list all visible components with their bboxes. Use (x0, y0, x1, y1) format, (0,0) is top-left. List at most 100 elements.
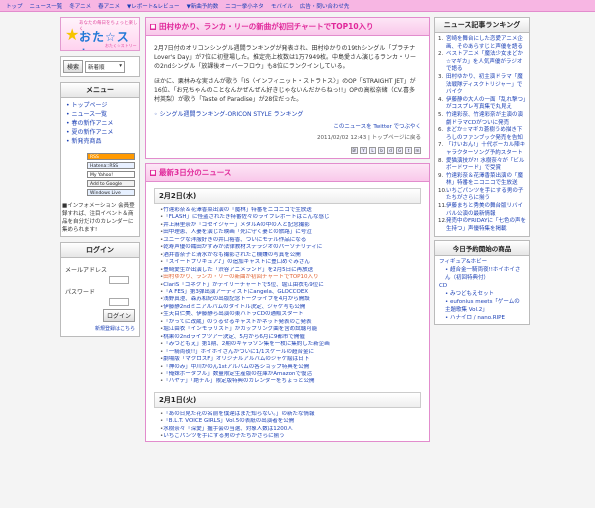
news-item[interactable]: 「ハヤテ」「絶チル」限定版特典のカレンダーをちょっと公開 (160, 378, 421, 385)
rank-item[interactable]: 2. ベストアニメ「魔法少女まどか☆マギカ」を人気声優がラジオで語る (438, 51, 526, 74)
article-icon: ■ (150, 23, 156, 30)
news-item-current[interactable]: 田村ゆかり、ランカ・リーの新曲が初回チャートでTOP10入り (160, 274, 421, 281)
yahoo-badge[interactable]: My Yahoo! (87, 171, 135, 178)
news-list-day1: 竹達彩奈＆花澤香菜出演の「魔林」特番をニコニコで生放送 「FLASH」に怪盗され… (146, 207, 429, 386)
news-title-bar: ■ 最新3日分のニュース (146, 164, 429, 182)
shop-item[interactable]: • ハナイロ / nano.RIPE (439, 314, 525, 322)
nav-winter-anime[interactable]: 冬アニメ (69, 2, 91, 10)
news-item[interactable]: ClariS「コネクト」がデイリーチャートで5位、堀江由衣も9位に (160, 282, 421, 289)
shop-item[interactable]: • みつどもえセット (439, 290, 525, 298)
email-field[interactable] (109, 276, 129, 284)
nav-mobile[interactable]: モバイル (271, 2, 293, 10)
buzzurl-icon[interactable]: b (378, 147, 385, 154)
rank-item[interactable]: 12. 発売中のFRIDAYに「七色の声を生持つ」声優特集を掲載 (438, 218, 526, 233)
shop-item[interactable]: • 超合金一騎両夜!!ホイホイさん（初回特典付） (439, 266, 525, 282)
nav-news-list[interactable]: ニュース一覧 (30, 2, 63, 10)
rank-item[interactable]: 5. 竹達彩奈、竹達彩奈が主演の演劇ドラマCDがついに発売 (438, 112, 526, 127)
news-item[interactable]: 水樹奈々「深愛」握手会の当選、対象人数は1200人 (160, 426, 421, 433)
rank-item[interactable]: 4. 伊藤静の大人の一面「乱れ撃つ」がコスプレ写真集で丸見え (438, 97, 526, 112)
news-item[interactable]: 田中理恵、人妻を演じた映画「死に守く妻との旅路」に号泣 (160, 229, 421, 236)
google-badge[interactable]: Add to Google (87, 180, 135, 187)
site-logo[interactable]: ★ あなたの毎日をちょっと楽しく おた☆スト おたく☆ストリート (60, 17, 140, 51)
article-meta: 2011/02/02 12:43 | トップページに戻る (316, 135, 421, 141)
news-item[interactable]: 「俺妹ポータブル」数量限定生産版の在庫がAmazonで復活 (160, 371, 421, 378)
rss-badge[interactable]: RSS (87, 153, 135, 160)
feed-badges: RSS Hatena::RSS My Yahoo! Add to Google … (61, 149, 139, 200)
day-heading-1: 2月2日(水) (154, 188, 421, 204)
rank-item[interactable]: 11. 伊藤まちと秀美の舞台版リバイバル公演の最新情報 (438, 203, 526, 218)
rank-item[interactable]: 1. 宮崎を舞台にした恋愛アニメ企画、そのあらすじと声優を語る (438, 36, 526, 51)
shop-box: 今日予約開始の商品 フィギュア&ホビー • 超合金一騎両夜!!ホイホイさん（初回… (434, 240, 530, 326)
news-item[interactable]: 生天目仁美、伊藤静ら出演の東ハトラCDの通販スタート (160, 311, 421, 318)
livedoor-icon[interactable]: L (369, 147, 376, 154)
rank-item[interactable]: 10. いちごパンツを手にする男の子たちがさらに揃う (438, 188, 526, 203)
shop-item[interactable]: • eufonius meets「ゲームの主題歌集 Vol.2」 (439, 298, 525, 314)
article-title[interactable]: 田村ゆかり、ランカ・リーの新曲が初回チャートでTOP10入り (159, 21, 374, 32)
menu-item-summer[interactable]: • 夏の新作アニメ (66, 128, 134, 137)
news-item[interactable]: 「スイートプリキュア♪」の追加キャストに豊口めぐみさん (160, 259, 421, 266)
info-text: ■インフォメーション 会員登録すれば、注目イベント＆商品を自分だけのカレンダーに… (62, 203, 135, 233)
menu-item-spring[interactable]: • 春の新作アニメ (66, 119, 134, 128)
menu-item-top[interactable]: • トップページ (66, 101, 134, 110)
shop-category-cd[interactable]: CD (439, 282, 525, 290)
nav-contact[interactable]: 広告・問い合わせ先 (300, 2, 350, 10)
news-item[interactable]: 「かってに改蔵」のうるせるキャストがネット発表のご発表 (160, 319, 421, 326)
password-label: パスワード (65, 289, 96, 296)
nav-new-song[interactable]: ▼新曲予約数 (187, 2, 219, 10)
news-item[interactable]: 「みつどもえ」第1期、2期のキャラソン集を一枚に集約した新企画 (160, 341, 421, 348)
news-item[interactable]: 「B.L.T. VOICE GIRLS」Vol.5の表紙の出演者を公開 (160, 418, 421, 425)
news-item[interactable]: 豊崎愛生が出演した「渋谷アニメランド」を2月5日に再放送 (160, 267, 421, 274)
article-paragraph-1: 2月7日付のオリコンシングル週間ランキングが発表され、田村ゆかりの19thシング… (154, 45, 417, 70)
ranking-title: ニュース記事ランキング (435, 18, 529, 33)
rank-item[interactable]: 8. 愛猫演技が?! 水樹奈々が「ビルボードワード」で受賞 (438, 158, 526, 173)
news-item[interactable]: 「神のみ」中川かのん1stアルバムの各ショップ特典を公開 (160, 364, 421, 371)
menu-item-products[interactable]: • 新発売商品 (66, 137, 134, 146)
password-field[interactable] (109, 298, 129, 306)
news-item[interactable]: 「A FES」第3弾出演アーティストにangela、GLOCCOEX (160, 289, 421, 296)
news-item[interactable]: 堀江由衣「インモラリスト」がカップリング曲を含め試聴可能 (160, 326, 421, 333)
yahoo-icon[interactable]: Y (360, 147, 367, 154)
rank-item[interactable]: 6. まどか☆マギカ蒼樹うめ描き下ろしのファンブック発売を告知 (438, 127, 526, 142)
windows-live-badge[interactable]: Windows Live (87, 189, 135, 196)
menu-title: メニュー (61, 83, 139, 98)
news-icon: ■ (150, 169, 156, 176)
twitter-share-link[interactable]: このニュースを Twitter でつぶやく (154, 123, 421, 132)
mixi-icon[interactable]: m (414, 147, 421, 154)
nav-nico[interactable]: ニコ一挙小ネタ (225, 2, 264, 10)
search-box: 検索 新着順 ▾ (60, 56, 140, 77)
rank-item[interactable]: 9. 竹達彩奈＆花澤香菜出演の「魔林」特番をニコニコで生放送 (438, 173, 526, 188)
news-item[interactable]: 劇場版「マクロスF」オリジナルアルバムのジャケ絵は日下 (160, 356, 421, 363)
rank-item[interactable]: 3. 田村ゆかり、初主演ドラマ「魔法戦隊ディスクトリジャー」でバイク (438, 74, 526, 97)
nav-spring-anime[interactable]: 春アニメ (98, 2, 120, 10)
google-icon[interactable]: G (396, 147, 403, 154)
news-item[interactable]: 伊藤静2ndミニアルバムのタイトル決定、ジャケ写も公開 (160, 304, 421, 311)
register-link[interactable]: 新規登録はこちら (65, 325, 135, 332)
sort-select[interactable]: 新着順 ▾ (85, 60, 126, 73)
hatena-badge[interactable]: Hatena::RSS (87, 162, 135, 169)
search-button[interactable]: 検索 (63, 60, 84, 73)
nav-report-review[interactable]: ▼レポート&レビュー (127, 2, 180, 10)
news-item[interactable]: 浅野真澄、森苏和紀の出版記念トークライブを4月から開設 (160, 296, 421, 303)
news-item[interactable]: 乾寿声優の織田かずみが法律教材ステラジオのパーソナリティに (160, 244, 421, 251)
news-item[interactable]: ユニークな洋服好きの井口裕香、ついにモデル作品になる (160, 237, 421, 244)
news-item[interactable]: 酒井香奈子と清水かなも撮影されたご機嫌の写真を公開 (160, 252, 421, 259)
nav-top[interactable]: トップ (6, 2, 23, 10)
shop-category-figure[interactable]: フィギュア&ホビー (439, 258, 525, 266)
news-item[interactable]: いちごパンツを手にする男の子たちがさらに揃う (160, 433, 421, 440)
login-button[interactable]: ログイン (102, 309, 135, 322)
article-reference-link[interactable]: ◦ シングル週間ランキング-ORICON STYLE ランキング (154, 110, 421, 119)
news-item[interactable]: 「一騎両夜!!」ホイホイさんがついに1/1スケールの超合金に (160, 349, 421, 356)
bookmark-icon[interactable]: B! (351, 147, 358, 154)
ranking-box: ニュース記事ランキング 1. 宮崎を舞台にした恋愛アニメ企画、そのあらすじと声優を… (434, 17, 530, 238)
news-item[interactable]: 桃果の2ndライブツアー決定、5月から6月に9都市で開催 (160, 334, 421, 341)
login-box: ログイン メールアドレス パスワード ログイン 新規登録はこちら (60, 242, 140, 337)
delicious-icon[interactable]: d (387, 147, 394, 154)
menu-item-news[interactable]: • ニュース一覧 (66, 110, 134, 119)
twitter-icon[interactable]: t (405, 147, 412, 154)
news-item[interactable]: 「あの日見た花の名前を僕達はまだ知らない。」の新たな情報 (160, 411, 421, 418)
news-item[interactable]: 井上麻里奈が「ゴセイジャー」メタルAの中の人と記念撮影 (160, 222, 421, 229)
rank-item[interactable]: 7. 「けいおん!」十代ボーカル陣キャラクターソング予約スタート (438, 142, 526, 157)
news-item[interactable]: 「FLASH」に怪盗されたき特番佐々のライブレポートはこんな感じ (160, 214, 421, 221)
news-item[interactable]: 竹達彩奈＆花澤香菜出演の「魔林」特番をニコニコで生放送 (160, 207, 421, 214)
mail-label: メールアドレス (65, 267, 108, 274)
